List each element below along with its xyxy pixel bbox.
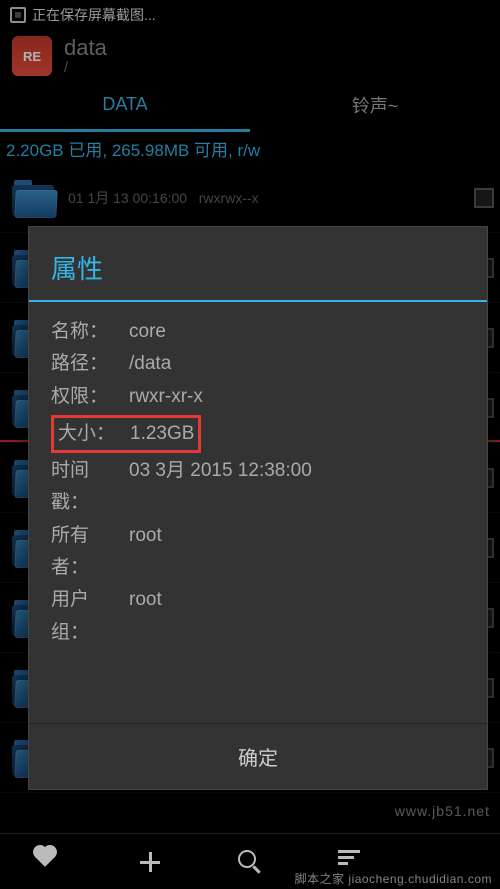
label-timestamp: 时间戳： — [51, 455, 123, 520]
ok-button[interactable]: 确定 — [29, 723, 487, 789]
properties-dialog: 属性 名称：core 路径：/data 权限：rwxr-xr-x 大小：1.23… — [28, 226, 488, 790]
sort-icon — [338, 850, 362, 865]
label-group: 用户组： — [51, 584, 123, 649]
value-owner: root — [129, 520, 162, 585]
value-timestamp: 03 3月 2015 12:38:00 — [129, 455, 312, 520]
heart-icon — [35, 847, 55, 867]
value-perm: rwxr-xr-x — [129, 381, 203, 413]
label-size: 大小： — [58, 418, 130, 450]
watermark: www.jb51.net — [395, 803, 490, 819]
watermark-2: 脚本之家 jiaocheng.chudidian.com — [295, 870, 492, 887]
value-group: root — [129, 584, 162, 649]
add-button[interactable] — [138, 850, 162, 874]
label-perm: 权限： — [51, 381, 123, 413]
plus-icon — [138, 850, 162, 874]
search-button[interactable] — [238, 850, 262, 874]
label-name: 名称： — [51, 316, 123, 348]
value-path: /data — [129, 348, 171, 380]
dialog-title: 属性 — [29, 227, 487, 302]
label-path: 路径： — [51, 348, 123, 380]
size-highlight: 大小：1.23GB — [51, 415, 201, 453]
search-icon — [238, 850, 256, 868]
label-owner: 所有者： — [51, 520, 123, 585]
dialog-body: 名称：core 路径：/data 权限：rwxr-xr-x 大小：1.23GB … — [29, 302, 487, 723]
value-name: core — [129, 316, 166, 348]
favorite-button[interactable] — [38, 850, 62, 874]
value-size: 1.23GB — [130, 418, 194, 450]
